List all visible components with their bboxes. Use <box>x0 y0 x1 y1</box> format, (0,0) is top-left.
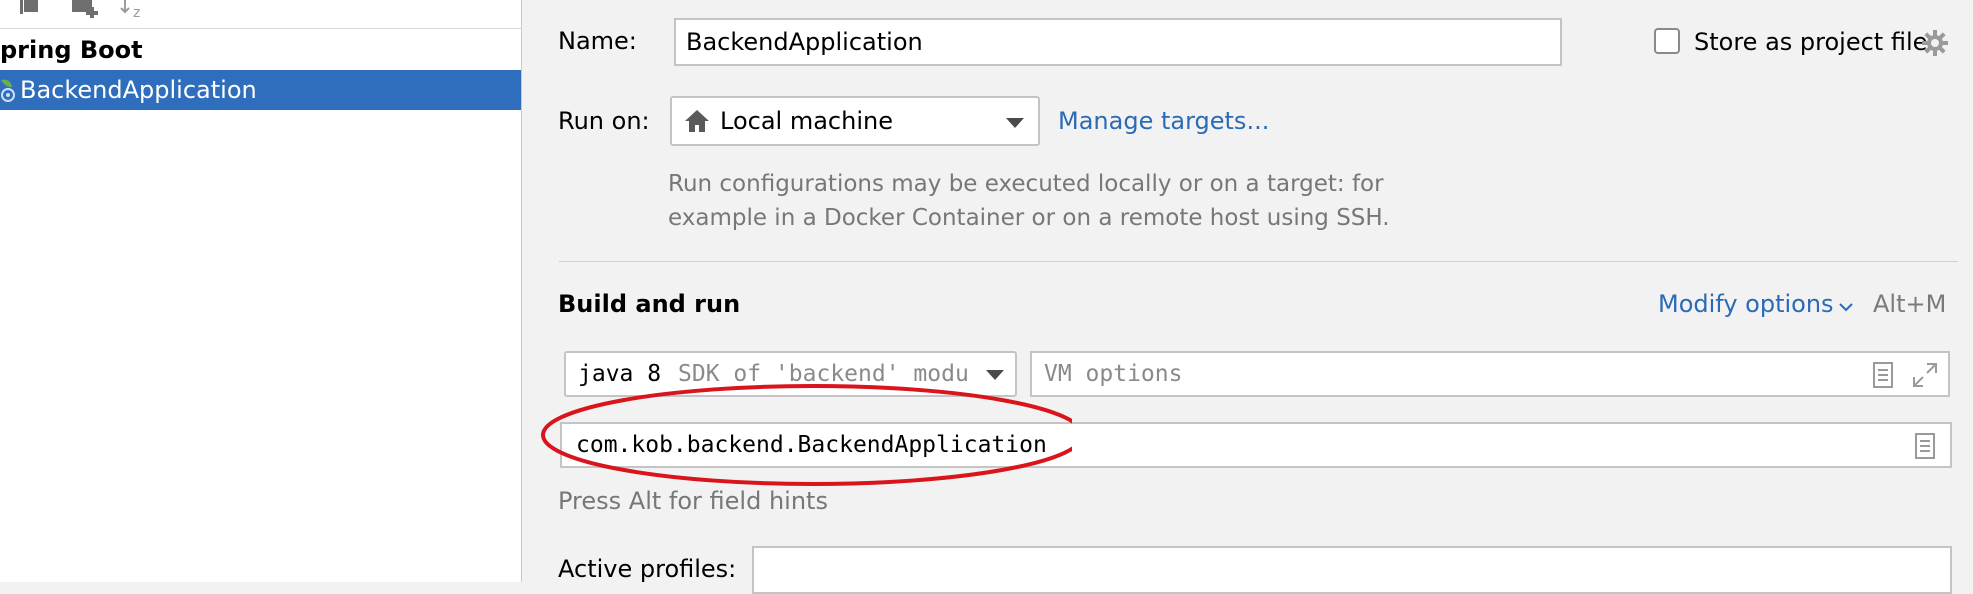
run-on-hint-line-2: example in a Docker Container or on a re… <box>668 205 1390 231</box>
field-hints-text: Press Alt for field hints <box>558 487 828 515</box>
sdk-detail: SDK of 'backend' modu <box>678 361 969 387</box>
active-profiles-field[interactable] <box>752 546 1952 594</box>
add-folder-icon[interactable] <box>70 0 98 18</box>
section-separator <box>559 261 1958 262</box>
name-field[interactable]: BackendApplication <box>674 18 1562 66</box>
run-configurations-tree: z pring Boot BackendApplication <box>0 0 522 582</box>
run-on-hint-line-1: Run configurations may be executed local… <box>668 171 1384 197</box>
name-label: Name: <box>558 27 637 55</box>
store-as-project-file-checkbox[interactable] <box>1654 28 1680 54</box>
vm-options-field[interactable]: VM options <box>1030 351 1950 397</box>
store-as-project-file-label: Store as project file <box>1694 28 1928 56</box>
run-on-dropdown[interactable]: Local machine <box>670 96 1040 146</box>
document-icon[interactable] <box>1872 362 1894 392</box>
copy-configuration-icon[interactable] <box>18 0 42 18</box>
run-on-label: Run on: <box>558 107 650 135</box>
tree-item-backend-application[interactable]: BackendApplication <box>0 70 521 110</box>
tree-toolbar: z <box>0 0 521 29</box>
chevron-down-icon <box>986 370 1004 380</box>
run-on-value: Local machine <box>720 107 893 135</box>
browse-class-icon[interactable] <box>1914 433 1936 463</box>
tree-group-spring-boot[interactable]: pring Boot <box>0 31 143 69</box>
home-icon <box>684 109 710 133</box>
gear-icon[interactable] <box>1922 30 1948 56</box>
modify-options-shortcut: Alt+M <box>1873 290 1947 318</box>
vm-options-placeholder: VM options <box>1044 361 1183 387</box>
main-class-value: com.kob.backend.BackendApplication <box>576 432 1047 458</box>
sdk-dropdown[interactable]: java 8 SDK of 'backend' modu <box>564 351 1017 397</box>
tree-item-label: BackendApplication <box>20 76 257 104</box>
sort-alphabetically-icon[interactable]: z <box>120 0 144 21</box>
modify-options-link[interactable]: Modify options <box>1658 289 1834 319</box>
svg-text:z: z <box>133 5 140 18</box>
active-profiles-label: Active profiles: <box>558 555 737 583</box>
chevron-down-icon <box>1006 118 1024 128</box>
build-and-run-title: Build and run <box>558 290 741 318</box>
sdk-name: java 8 <box>578 361 662 387</box>
main-class-field[interactable]: com.kob.backend.BackendApplication <box>560 422 1952 468</box>
manage-targets-link[interactable]: Manage targets... <box>1058 106 1269 136</box>
spring-boot-icon <box>0 78 20 104</box>
expand-icon[interactable] <box>1912 362 1938 392</box>
chevron-down-icon[interactable] <box>1838 298 1854 312</box>
name-field-value: BackendApplication <box>686 28 923 56</box>
